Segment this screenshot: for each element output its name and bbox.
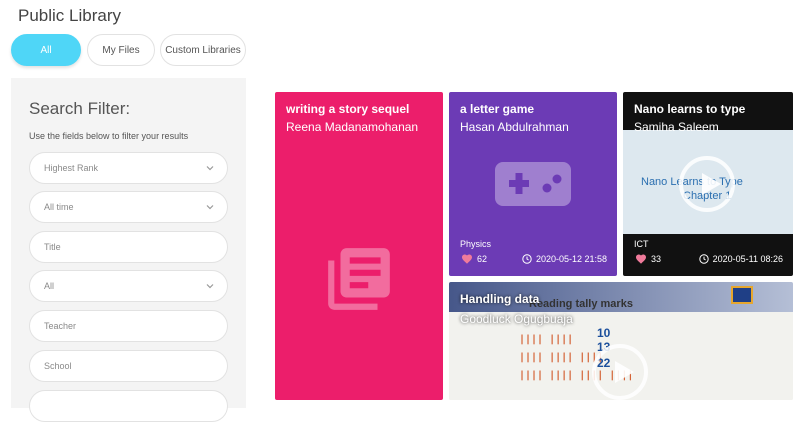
teacher-input-placeholder: Teacher: [44, 321, 77, 331]
card-likes[interactable]: 33: [635, 253, 661, 264]
card-title: writing a story sequel: [286, 102, 410, 116]
time-range-value: All time: [44, 202, 74, 212]
rank-select-value: Highest Rank: [44, 163, 99, 173]
chevron-down-icon: [206, 284, 214, 289]
resource-grid: writing a story sequel Reena Madanamohan…: [275, 92, 800, 400]
school-input[interactable]: School: [29, 350, 228, 382]
chevron-down-icon: [206, 205, 214, 210]
title-input[interactable]: Title: [29, 231, 228, 263]
chevron-down-icon: [206, 166, 214, 171]
likes-count: 33: [651, 253, 662, 264]
card-title: Handling data: [460, 292, 540, 306]
search-filter-panel: Search Filter: Use the fields below to f…: [11, 78, 246, 422]
card-subject: Physics: [460, 239, 492, 249]
tab-all[interactable]: All: [11, 34, 81, 66]
tally-marks: |||| ||||: [519, 334, 574, 345]
play-icon[interactable]: [679, 156, 735, 212]
card-author: Goodluck Ogugbuaja: [460, 312, 573, 326]
clock-icon: [522, 254, 532, 264]
page-title: Public Library: [18, 6, 121, 25]
thumbnail-number: 10: [597, 326, 611, 340]
date-text: 2020-05-12 21:58: [535, 254, 607, 264]
card-title: a letter game: [460, 102, 535, 116]
tab-my-files[interactable]: My Files: [87, 34, 155, 66]
teacher-input[interactable]: Teacher: [29, 310, 228, 342]
heart-icon: [462, 254, 472, 264]
heart-icon: [636, 254, 646, 264]
card-author: Hasan Abdulrahman: [460, 120, 569, 134]
card-likes[interactable]: 62: [461, 253, 487, 264]
library-books-icon: [328, 248, 390, 310]
card-title: Nano learns to type: [634, 102, 746, 116]
school-logo: [731, 286, 753, 304]
play-icon[interactable]: [592, 344, 648, 400]
card-date: 2020-05-11 08:26: [698, 254, 783, 264]
resource-card[interactable]: writing a story sequel Reena Madanamohan…: [275, 92, 443, 400]
additional-filter-field[interactable]: [29, 390, 228, 422]
subject-select[interactable]: All: [29, 270, 228, 302]
card-date: 2020-05-12 21:58: [522, 254, 607, 264]
school-input-placeholder: School: [44, 361, 72, 371]
card-author: Samiha Saleem: [634, 120, 719, 134]
card-author: Reena Madanamohanan: [286, 120, 419, 134]
likes-count: 62: [477, 253, 488, 264]
clock-icon: [698, 254, 709, 264]
title-input-placeholder: Title: [44, 242, 61, 252]
time-range-select[interactable]: All time: [29, 191, 228, 223]
resource-card[interactable]: Nano Learns to Type Chapter 1 Nano learn…: [623, 92, 793, 276]
rank-select[interactable]: Highest Rank: [29, 152, 228, 184]
tally-marks: |||| |||| ||||: [519, 352, 604, 363]
tab-custom-libraries[interactable]: Custom Libraries: [160, 34, 246, 66]
subject-select-value: All: [44, 281, 55, 291]
date-text: 2020-05-11 08:26: [712, 254, 783, 264]
thumbnail-heading: Reading tally marks: [529, 298, 633, 310]
filter-title: Search Filter:: [29, 99, 131, 118]
resource-card[interactable]: |||| |||| |||| |||| |||| |||| |||| |||| …: [449, 282, 793, 400]
filter-hint: Use the fields below to filter your resu…: [29, 131, 189, 141]
gamepad-icon: [495, 162, 571, 206]
card-subject: ICT: [634, 239, 649, 249]
resource-card[interactable]: a letter game Hasan Abdulrahman Physics …: [449, 92, 617, 276]
